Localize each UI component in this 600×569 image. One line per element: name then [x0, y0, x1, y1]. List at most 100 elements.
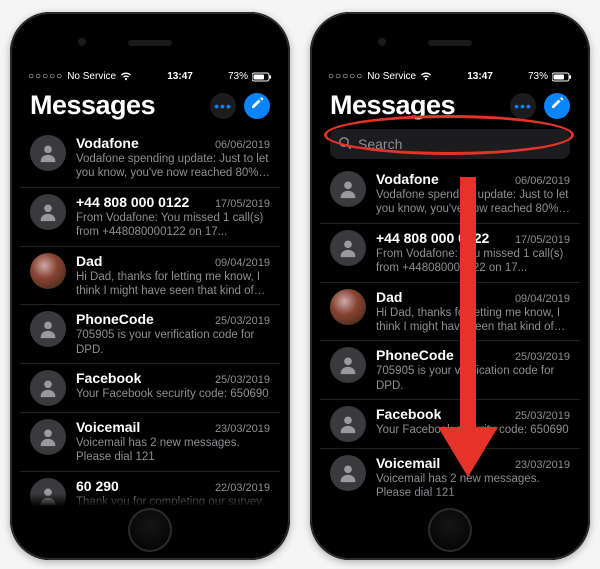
avatar: [330, 289, 366, 325]
avatar: [330, 455, 366, 491]
battery-icon: [552, 72, 572, 82]
preview-text: Your Facebook security code: 650690: [376, 423, 570, 437]
speaker-slot: [128, 40, 172, 46]
conversation-row[interactable]: Dad 09/04/2019Hi Dad, thanks for letting …: [320, 283, 580, 342]
avatar: [330, 406, 366, 442]
row-body: Voicemail 23/03/2019Voicemail has 2 new m…: [376, 455, 570, 501]
phone-left: ○○○○○ No Service 13:47 73% Messages •••: [10, 12, 290, 560]
conversation-row[interactable]: PhoneCode 25/03/2019705905 is your verifi…: [20, 305, 280, 364]
status-bar: ○○○○○ No Service 13:47 73%: [20, 67, 280, 84]
sender-label: Dad: [76, 253, 102, 269]
sender-label: +44 808 000 0122: [76, 194, 189, 210]
home-button[interactable]: [128, 508, 172, 552]
compose-button[interactable]: [244, 93, 270, 119]
avatar: [30, 194, 66, 230]
avatar: [30, 478, 66, 507]
phone-right: ○○○○○ No Service 13:47 73% Messages •••: [310, 12, 590, 560]
date-label: 22/03/2019: [215, 482, 270, 494]
screen-left: ○○○○○ No Service 13:47 73% Messages •••: [20, 67, 280, 507]
row-body: Facebook25/03/2019Your Facebook security…: [76, 370, 270, 401]
avatar: [30, 135, 66, 171]
signal-dots: ○○○○○: [328, 71, 363, 82]
home-button[interactable]: [428, 508, 472, 552]
signal-dots: ○○○○○: [28, 71, 63, 82]
date-label: 25/03/2019: [515, 351, 570, 363]
avatar: [30, 419, 66, 455]
header: Messages •••: [20, 84, 280, 129]
screen-right: ○○○○○ No Service 13:47 73% Messages •••: [320, 67, 580, 507]
conversation-row[interactable]: Dad09/04/2019Hi Dad, thanks for letting …: [20, 247, 280, 306]
more-button[interactable]: •••: [210, 93, 236, 119]
wifi-icon: [420, 72, 432, 81]
preview-text: Voicemail has 2 new messages. Please dia…: [76, 436, 270, 465]
sender-label: Vodafone: [76, 135, 139, 151]
preview-text: Hi Dad, thanks for letting me know, I th…: [376, 306, 570, 335]
sender-label: Dad: [376, 289, 402, 305]
preview-text: Your Facebook security code: 650690: [76, 387, 270, 401]
compose-icon: [250, 96, 264, 115]
preview-text: Thank you for completing our survey. Dep…: [76, 495, 270, 507]
sender-label: Voicemail: [376, 455, 440, 471]
date-label: 25/03/2019: [215, 374, 270, 386]
row-body: Dad 09/04/2019Hi Dad, thanks for letting …: [376, 289, 570, 335]
battery-percent: 73%: [528, 71, 548, 82]
conversation-list[interactable]: Vodafone06/06/2019Vodafone spending upda…: [320, 165, 580, 507]
avatar: [30, 253, 66, 289]
date-label: 23/03/2019: [515, 459, 570, 471]
preview-text: Voicemail has 2 new messages. Please dia…: [376, 472, 570, 501]
avatar: [330, 347, 366, 383]
page-title: Messages: [330, 90, 455, 121]
avatar: [30, 311, 66, 347]
avatar: [30, 370, 66, 406]
camera-dot: [378, 38, 386, 46]
row-body: 60 29022/03/2019Thank you for completing…: [76, 478, 270, 507]
compose-icon: [550, 96, 564, 115]
preview-text: 705905 is your verification code for DPD…: [76, 328, 270, 357]
conversation-row[interactable]: PhoneCode25/03/2019705905 is your verifi…: [320, 341, 580, 400]
row-body: Vodafone 06/06/2019Vodafone spending upda…: [76, 135, 270, 181]
preview-text: Hi Dad, thanks for letting me know, I th…: [76, 270, 270, 299]
search-icon: [338, 136, 352, 153]
avatar: [330, 171, 366, 207]
conversation-row[interactable]: Voicemail 23/03/2019Voicemail has 2 new m…: [20, 413, 280, 472]
carrier-label: No Service: [367, 71, 416, 82]
battery-percent: 73%: [228, 71, 248, 82]
avatar: [330, 230, 366, 266]
conversation-row[interactable]: +44 808 000 012217/05/2019From Vodafone:…: [320, 224, 580, 283]
conversation-row[interactable]: Vodafone 06/06/2019Vodafone spending upda…: [20, 129, 280, 188]
row-body: Voicemail 23/03/2019Voicemail has 2 new m…: [76, 419, 270, 465]
row-body: Dad09/04/2019Hi Dad, thanks for letting …: [76, 253, 270, 299]
date-label: 09/04/2019: [515, 293, 570, 305]
date-label: 25/03/2019: [215, 315, 270, 327]
conversation-row[interactable]: +44 808 000 0122 17/05/2019From Vodafone:…: [20, 188, 280, 247]
battery-icon: [252, 72, 272, 82]
date-label: 23/03/2019: [215, 423, 270, 435]
conversation-row[interactable]: Vodafone06/06/2019Vodafone spending upda…: [320, 165, 580, 224]
more-icon: •••: [514, 98, 532, 114]
preview-text: From Vodafone: You missed 1 call(s) from…: [376, 247, 570, 276]
row-body: Facebook 25/03/2019Your Facebook security…: [376, 406, 570, 437]
camera-dot: [78, 38, 86, 46]
sender-label: Voicemail: [76, 419, 140, 435]
row-body: PhoneCode 25/03/2019705905 is your verifi…: [76, 311, 270, 357]
more-button[interactable]: •••: [510, 93, 536, 119]
status-bar: ○○○○○ No Service 13:47 73%: [320, 67, 580, 84]
date-label: 06/06/2019: [215, 139, 270, 151]
search-input[interactable]: Search: [330, 129, 570, 159]
compose-button[interactable]: [544, 93, 570, 119]
sender-label: PhoneCode: [76, 311, 154, 327]
preview-text: Vodafone spending update: Just to let yo…: [76, 152, 270, 181]
conversation-row[interactable]: Facebook25/03/2019Your Facebook security…: [20, 364, 280, 413]
more-icon: •••: [214, 98, 232, 114]
date-label: 17/05/2019: [215, 198, 270, 210]
sender-label: Facebook: [376, 406, 441, 422]
conversation-row[interactable]: 60 29022/03/2019Thank you for completing…: [20, 472, 280, 507]
carrier-label: No Service: [67, 71, 116, 82]
preview-text: Vodafone spending update: Just to let yo…: [376, 188, 570, 217]
date-label: 25/03/2019: [515, 410, 570, 422]
date-label: 06/06/2019: [515, 175, 570, 187]
conversation-row[interactable]: Facebook 25/03/2019Your Facebook security…: [320, 400, 580, 449]
preview-text: From Vodafone: You missed 1 call(s) from…: [76, 211, 270, 240]
conversation-row[interactable]: Voicemail 23/03/2019Voicemail has 2 new m…: [320, 449, 580, 507]
conversation-list[interactable]: Vodafone 06/06/2019Vodafone spending upda…: [20, 129, 280, 507]
